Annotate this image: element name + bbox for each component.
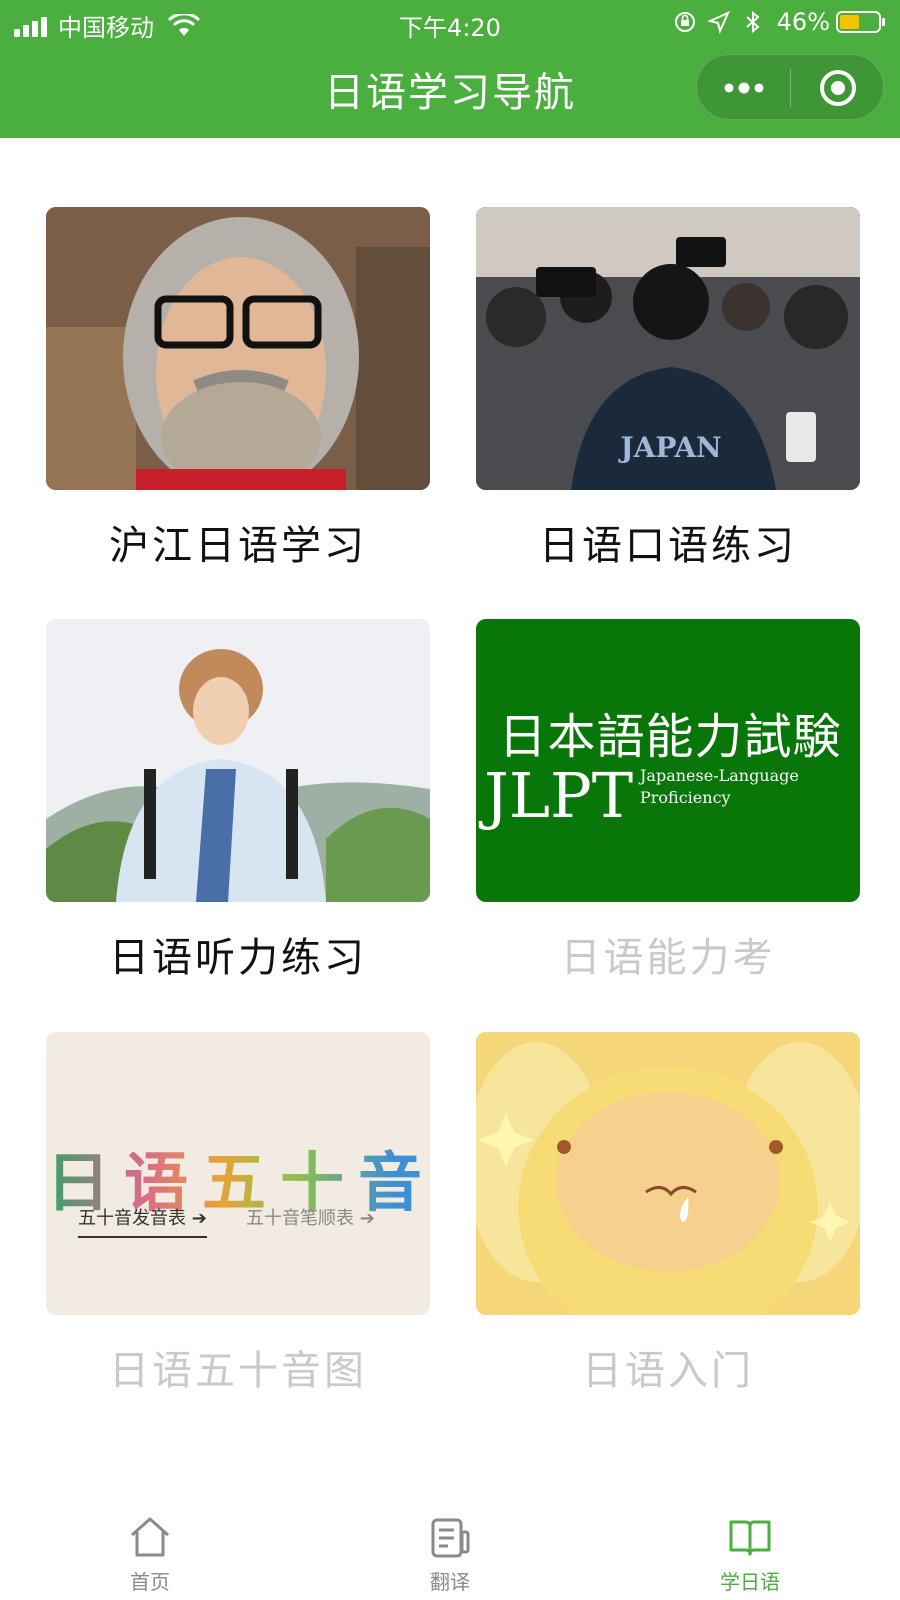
card-label: 日语能力考: [560, 935, 776, 981]
card-label: 日语入门: [582, 1348, 754, 1394]
course-card-listening[interactable]: 日语听力练习: [46, 619, 430, 999]
jlpt-title-jp: 日本語能力試験: [498, 709, 842, 765]
card-label: 日语口语练习: [539, 523, 797, 569]
more-button[interactable]: [697, 55, 790, 121]
card-image: [46, 207, 430, 490]
gray-wig-man-illustration: [46, 207, 430, 490]
battery-percentage: 46%: [776, 8, 830, 36]
course-card-hujiang[interactable]: 沪江日语学习: [46, 207, 430, 587]
document-edit-icon: [431, 1518, 470, 1558]
bottom-tab-bar: 首页 翻译 学日语: [0, 1496, 900, 1600]
tab-translate[interactable]: 翻译: [370, 1496, 530, 1600]
open-book-icon: [729, 1520, 771, 1556]
jlpt-banner: 日本語能力試験 JLPT Japanese-Language Proficien…: [476, 619, 860, 902]
gojuon-stroke-order-link: 五十音笔顺表 ➔: [246, 1208, 375, 1229]
status-right: 46%: [663, 8, 886, 36]
battery-icon: [836, 11, 885, 33]
bluetooth-icon: [745, 10, 760, 34]
course-card-jlpt[interactable]: 日本語能力試験 JLPT Japanese-Language Proficien…: [476, 619, 860, 999]
status-bar: 中国移动 下午4:20 46%: [0, 0, 900, 44]
more-dots-icon: [724, 82, 763, 94]
tab-label: 翻译: [430, 1570, 470, 1594]
tab-label: 首页: [130, 1570, 170, 1594]
course-card-beginner[interactable]: 日语入门: [476, 1032, 860, 1412]
location-arrow-icon: [706, 11, 730, 34]
course-grid: 沪江日语学习 JAPAN 日语口语练习 日语听力练习 日本語能力試験 JLPT …: [0, 138, 900, 1478]
close-button[interactable]: [791, 55, 884, 121]
svg-text:JAPAN: JAPAN: [617, 431, 721, 464]
jlpt-subtitle: Japanese-Language Proficiency: [640, 766, 799, 807]
card-label: 日语听力练习: [109, 935, 367, 981]
tab-home[interactable]: 首页: [70, 1496, 230, 1600]
backpack-man-illustration: [46, 619, 430, 902]
card-image: JAPAN: [476, 207, 860, 490]
yellow-cartoon-illustration: [476, 1032, 860, 1315]
target-circle-icon: [819, 70, 856, 106]
card-image: [46, 619, 430, 902]
gojuon-pronunciation-link: 五十音发音表 ➔: [78, 1204, 207, 1238]
tab-learn-japanese[interactable]: 学日语: [670, 1496, 830, 1600]
course-card-speaking[interactable]: JAPAN 日语口语练习: [476, 207, 860, 587]
top-header: 中国移动 下午4:20 46% 日语学习导航: [0, 0, 900, 138]
mini-program-capsule: [696, 54, 884, 120]
jlpt-title-en: JLPT: [484, 759, 634, 832]
card-label: 日语五十音图: [109, 1348, 367, 1394]
card-label: 沪江日语学习: [109, 523, 367, 569]
home-icon: [131, 1517, 169, 1557]
card-image: [476, 1032, 860, 1315]
rotation-lock-icon: [674, 12, 695, 32]
gojuon-banner: 日语五十音 五十音发音表 ➔ 五十音笔顺表 ➔: [46, 1032, 430, 1315]
course-card-gojuon[interactable]: 日语五十音 五十音发音表 ➔ 五十音笔顺表 ➔ 日语五十音图: [46, 1032, 430, 1412]
tab-label: 学日语: [720, 1570, 780, 1594]
press-crowd-illustration: JAPAN: [476, 207, 860, 490]
